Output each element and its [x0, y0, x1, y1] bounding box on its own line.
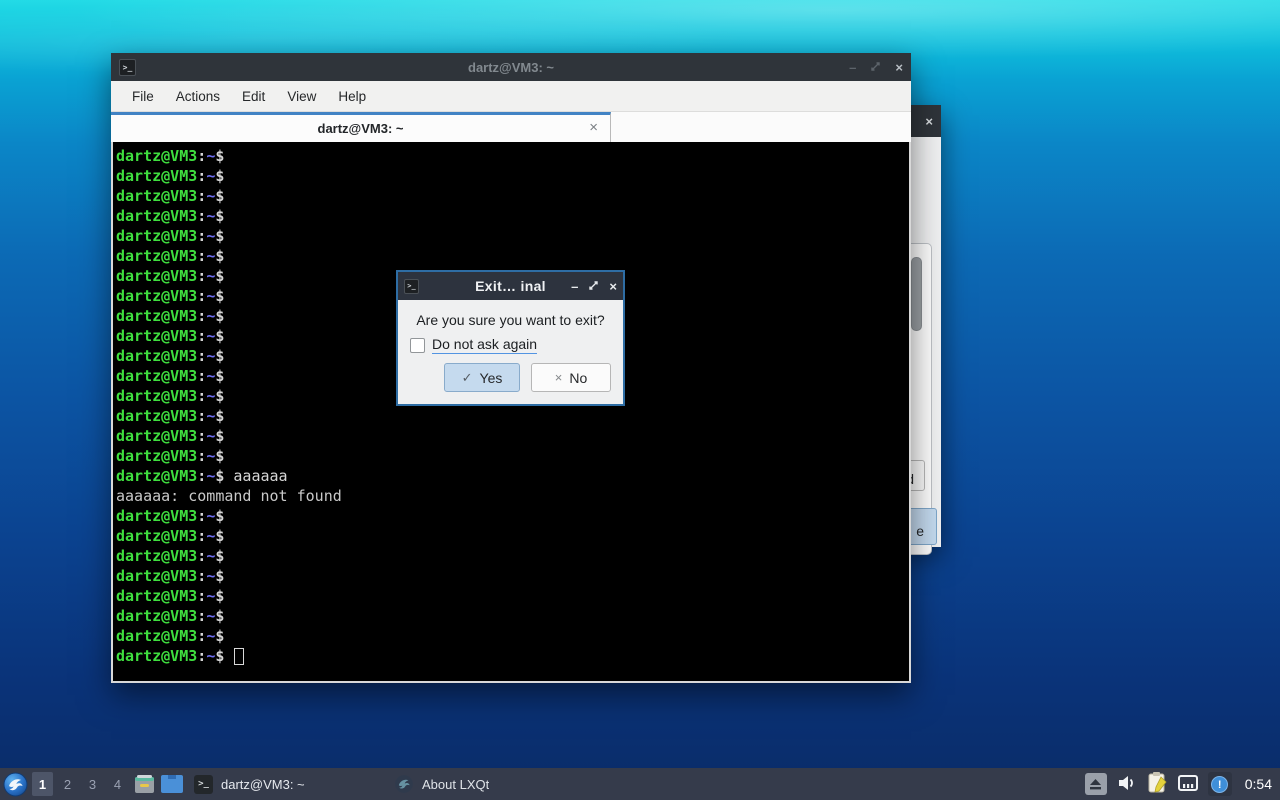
- system-tray: ! 0:54: [1084, 771, 1280, 797]
- terminal-prompt-line: dartz@VM3:~$: [116, 547, 225, 565]
- lxqt-bird-icon: [395, 775, 413, 793]
- check-icon: ✓: [461, 369, 473, 385]
- terminal-prompt-line: dartz@VM3:~$: [116, 167, 225, 185]
- exit-dialog-titlebar[interactable]: >_ Exit… inal – ×: [398, 272, 623, 300]
- exit-dialog: >_ Exit… inal – × Are you sure you want …: [396, 270, 625, 406]
- no-button[interactable]: × No: [531, 363, 611, 392]
- lxqt-menu-button[interactable]: [0, 768, 30, 800]
- scrollbar-thumb[interactable]: [911, 257, 922, 331]
- close-icon[interactable]: ×: [609, 280, 617, 293]
- minimize-icon[interactable]: –: [571, 280, 578, 293]
- workspace-3[interactable]: 3: [82, 772, 103, 796]
- file-manager-launcher[interactable]: [130, 768, 158, 800]
- terminal-prompt-line: dartz@VM3:~$: [116, 407, 225, 425]
- taskbar-task-terminal[interactable]: >_ dartz@VM3: ~: [186, 768, 386, 800]
- terminal-prompt-line: dartz@VM3:~$: [116, 646, 909, 666]
- show-desktop-launcher[interactable]: [158, 768, 186, 800]
- terminal-titlebar[interactable]: >_ dartz@VM3: ~ – ×: [111, 53, 911, 81]
- no-button-label: No: [569, 369, 588, 386]
- menu-help[interactable]: Help: [327, 84, 377, 109]
- close-icon[interactable]: ×: [925, 115, 933, 128]
- maximize-icon[interactable]: [870, 61, 881, 74]
- desktop-icon: [161, 775, 183, 793]
- workspace-4[interactable]: 4: [107, 772, 128, 796]
- taskbar: 1 2 3 4 >_ dartz@VM3: ~ About LXQt ! 0:5…: [0, 768, 1280, 800]
- terminal-prompt-line: dartz@VM3:~$: [116, 607, 225, 625]
- terminal-prompt-line: dartz@VM3:~$: [116, 227, 225, 245]
- lxqt-bird-icon: [3, 772, 27, 796]
- terminal-output-line: aaaaaa: command not found: [116, 487, 342, 505]
- terminal-app-icon: >_: [404, 278, 419, 294]
- terminal-app-icon: >_: [119, 58, 136, 76]
- tab-title: dartz@VM3: ~: [317, 121, 404, 136]
- terminal-prompt-line: dartz@VM3:~$: [116, 587, 225, 605]
- yes-button-label: Yes: [479, 369, 503, 386]
- task-label: dartz@VM3: ~: [221, 776, 305, 792]
- menu-actions[interactable]: Actions: [165, 84, 231, 109]
- volume-icon[interactable]: [1116, 773, 1138, 796]
- removable-media-tray-icon[interactable]: [1084, 773, 1107, 795]
- clock[interactable]: 0:54: [1245, 776, 1272, 792]
- restore-icon[interactable]: [588, 280, 599, 293]
- terminal-prompt-line: dartz@VM3:~$: [116, 627, 225, 645]
- do-not-ask-checkbox[interactable]: [410, 337, 425, 353]
- terminal-prompt-line: dartz@VM3:~$: [116, 447, 225, 465]
- terminal-tabbar: dartz@VM3: ~ ×: [111, 112, 911, 142]
- menu-file[interactable]: File: [121, 84, 165, 109]
- terminal-screen[interactable]: dartz@VM3:~$ dartz@VM3:~$ dartz@VM3:~$ dart…: [111, 142, 911, 683]
- cross-icon: ×: [554, 370, 563, 385]
- workspace-2[interactable]: 2: [57, 772, 78, 796]
- tab-dartz-vm3[interactable]: dartz@VM3: ~ ×: [111, 112, 611, 142]
- terminal-prompt-line: dartz@VM3:~$ aaaaaa: [116, 467, 288, 485]
- terminal-prompt-line: dartz@VM3:~$: [116, 567, 225, 585]
- menu-edit[interactable]: Edit: [231, 84, 276, 109]
- terminal-prompt-line: dartz@VM3:~$: [116, 147, 225, 165]
- do-not-ask-label[interactable]: Do not ask again: [432, 336, 538, 354]
- terminal-menubar: File Actions Edit View Help: [111, 81, 911, 112]
- terminal-cursor: [234, 648, 245, 665]
- workspace-1[interactable]: 1: [32, 772, 53, 796]
- terminal-app-icon: >_: [194, 774, 213, 794]
- minimize-icon[interactable]: –: [849, 61, 856, 74]
- terminal-prompt-line: dartz@VM3:~$: [116, 427, 225, 445]
- update-notifier-icon[interactable]: !: [1207, 772, 1232, 796]
- task-label: About LXQt: [422, 776, 490, 792]
- terminal-prompt-line: dartz@VM3:~$: [116, 247, 225, 265]
- tab-close-icon[interactable]: ×: [589, 119, 598, 136]
- terminal-prompt-line: dartz@VM3:~$: [116, 207, 225, 225]
- clipboard-tray-icon[interactable]: [1147, 771, 1168, 797]
- yes-button[interactable]: ✓ Yes: [444, 363, 520, 392]
- menu-view[interactable]: View: [276, 84, 327, 109]
- file-manager-icon: [134, 775, 154, 793]
- close-icon[interactable]: ×: [895, 61, 903, 74]
- terminal-prompt-line: dartz@VM3:~$: [116, 507, 225, 525]
- exit-dialog-message: Are you sure you want to exit?: [416, 312, 605, 328]
- terminal-window-title: dartz@VM3: ~: [468, 59, 554, 75]
- terminal-prompt-line: dartz@VM3:~$: [116, 187, 225, 205]
- network-tray-icon[interactable]: [1177, 773, 1199, 796]
- taskbar-task-about-lxqt[interactable]: About LXQt: [386, 768, 636, 800]
- terminal-prompt-line: dartz@VM3:~$: [116, 527, 225, 545]
